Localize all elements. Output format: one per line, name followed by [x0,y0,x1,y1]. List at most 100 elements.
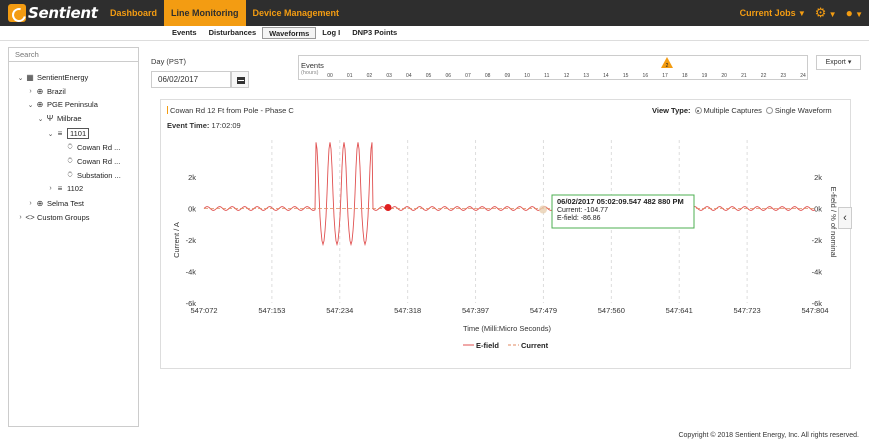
hour-tick: 18 [681,73,688,79]
top-bar: Sentient Dashboard Line Monitoring Devic… [0,0,869,26]
chevron-right-icon[interactable]: › [26,88,35,95]
event-time-value: 17:02:09 [211,121,241,130]
view-option-single[interactable]: Single Waveform [765,106,832,115]
tab-waveforms[interactable]: Waveforms [262,27,317,39]
hour-tick: 10 [524,73,530,79]
tree-node[interactable]: ⌄ ≡ 1101 [46,128,90,139]
settings-menu[interactable]: ⚙ ▼ [815,5,837,21]
tree-node-icon: ⊕ [36,87,44,96]
user-menu[interactable]: ● ▼ [846,6,863,20]
collapse-panel-button[interactable]: ‹ [838,207,852,229]
tree-node[interactable]: › ≡ 1102 [46,184,83,193]
tree-node-icon: ⍥ [67,156,73,165]
hour-tick: 20 [721,73,727,79]
tree-node-label: Cowan Rd ... [77,142,121,152]
radio-icon [765,107,773,114]
chevron-right-icon[interactable]: › [46,185,55,192]
tree-node-label: PGE Peninsula [47,100,98,109]
tree-node-icon: <> [25,213,35,222]
events-hour-axis: 00 01 02 03 04 05 06 07 08 09 10 11 12 13 14 15 16 17 18 19… [327,73,806,81]
brand-name: Sentient [28,4,98,22]
hour-tick: 00 [327,73,333,79]
event-time: Event Time: 17:02:09 [167,121,241,130]
nav-line-monitoring[interactable]: Line Monitoring [164,0,246,26]
chevron-down-icon[interactable]: ⌄ [46,130,55,138]
hour-tick: 16 [642,73,649,79]
tree-node[interactable]: › <> Custom Groups [16,213,90,222]
chevron-down-icon[interactable]: ⌄ [16,74,25,82]
sentient-logo[interactable]: Sentient [8,4,98,22]
events-subtitle: (hours) [301,70,319,76]
tree-node-label: Selma Test [47,199,84,208]
main-nav: Dashboard Line Monitoring Device Managem… [103,0,346,26]
tree-node-label: Custom Groups [37,213,90,222]
hour-tick: 19 [701,73,708,79]
hour-tick: 12 [563,73,570,79]
nav-dashboard[interactable]: Dashboard [103,0,164,26]
waveform-panel [160,99,851,369]
hour-tick: 01 [346,73,353,79]
day-date-field[interactable]: 06/02/2017 [151,71,231,88]
view-option-single-label: Single Waveform [774,106,832,115]
hour-tick: 11 [544,73,550,79]
tree-node-icon: ⍥ [67,170,73,179]
search-input[interactable] [8,47,139,62]
footer-copyright: Copyright © 2018 Sentient Energy, Inc. A… [678,432,859,439]
tab-events[interactable]: Events [166,27,203,39]
tab-disturbances[interactable]: Disturbances [203,27,263,39]
view-option-multiple[interactable]: Multiple Captures [694,106,762,115]
tree-node[interactable]: ⌄ ▦ SentientEnergy [16,73,89,82]
tree-node-icon: ⊕ [36,100,44,109]
tab-log[interactable]: Log I [316,27,346,39]
hour-tick: 04 [406,73,412,79]
chevron-right-icon[interactable]: › [16,214,25,221]
tree-node[interactable]: › ⊕ Selma Test [26,199,84,208]
tree-node[interactable]: ⌄ Ψ Milbrae [36,114,82,123]
hour-tick: 13 [583,73,589,79]
hour-tick: 17 [662,73,668,79]
radio-icon [694,107,702,114]
calendar-icon[interactable] [231,71,249,88]
tree-node-icon: ≡ [57,184,63,193]
tree-node-label: SentientEnergy [37,73,89,82]
divider [0,40,869,41]
events-title: Events [301,61,324,70]
chevron-down-icon: ▼ [828,10,837,19]
tree-node[interactable]: ⌄ ⊕ PGE Peninsula [26,100,98,109]
hour-tick: 14 [603,73,609,79]
hour-tick: 05 [425,73,432,79]
hour-tick: 06 [445,73,452,79]
tab-dnp3-points[interactable]: DNP3 Points [346,27,403,39]
tree-node-icon: Ψ [46,114,54,123]
nav-device-management[interactable]: Device Management [246,0,347,26]
top-right-nav: Current Jobs ▼ ⚙ ▼ ● ▼ [740,0,863,26]
hour-tick: 09 [504,73,511,79]
hour-tick: 07 [465,73,471,79]
current-jobs-menu[interactable]: Current Jobs ▼ [740,8,806,18]
tree-node[interactable]: ⍥ Substation ... [56,170,121,180]
hour-tick: 15 [622,73,629,79]
gear-icon: ⚙ [814,5,827,20]
panel-title: Cowan Rd 12 Ft from Pole - Phase C [167,106,294,115]
tree-node[interactable]: › ⊕ Brazil [26,87,65,96]
panel-title-text: Cowan Rd 12 Ft from Pole - Phase C [170,106,294,115]
event-time-label: Event Time: [167,121,210,130]
view-type-selector: View Type: Multiple Captures Single Wave… [652,106,832,115]
tree-node[interactable]: ⍥ Cowan Rd ... [56,142,121,152]
tree-node-label: 1102 [67,184,84,193]
tree-node-icon: ⍥ [67,142,73,151]
current-jobs-label: Current Jobs [739,8,796,18]
logo-mark-icon [8,4,26,22]
tree-node-icon: ≡ [57,129,63,138]
hour-tick: 22 [760,73,767,79]
view-option-multiple-label: Multiple Captures [703,106,762,115]
chevron-down-icon[interactable]: ⌄ [36,115,45,123]
tree-node[interactable]: ⍥ Cowan Rd ... [56,156,121,166]
chevron-down-icon: ▼ [855,10,863,19]
day-label: Day (PST) [151,57,187,66]
hour-tick: 03 [386,73,392,79]
chevron-right-icon[interactable]: › [26,200,35,207]
user-icon: ● [845,6,853,20]
export-button[interactable]: Export ▾ [816,55,861,70]
chevron-down-icon[interactable]: ⌄ [26,101,35,109]
